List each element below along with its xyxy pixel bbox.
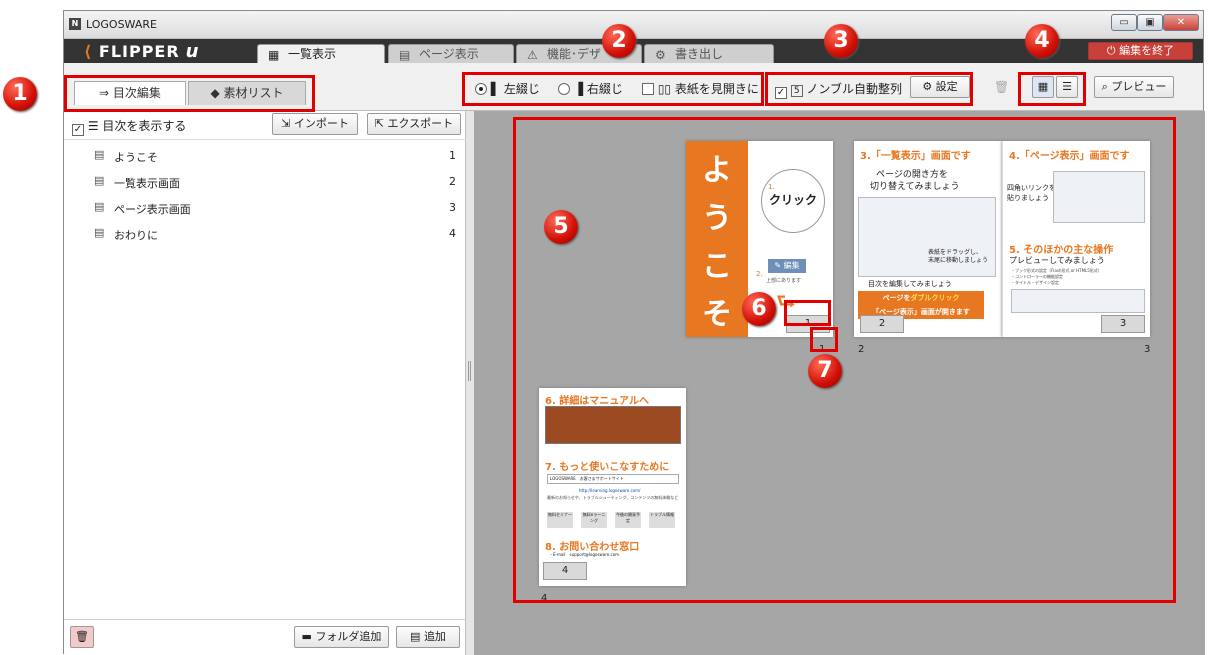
toc-item[interactable]: ▤ 一覧表示画面 2 [64,169,466,195]
toc-item-num: 1 [449,149,456,162]
highlight-box-7 [810,327,838,352]
add-folder-button[interactable]: ▬ フォルダ追加 [294,626,389,648]
add-button[interactable]: ▤ 追加 [396,626,460,648]
import-label: インポート [293,117,349,130]
add-label: 追加 [423,630,446,643]
tab-page-view[interactable]: ▤ ページ表示 [388,44,514,63]
tab-design-label: 機能･デザ [547,47,602,61]
app-logo-icon: N [69,18,81,30]
tab-export-label: 書き出し [675,47,724,61]
toc-panel: ✓ ☰ 目次を表示する ⇲ インポート ⇱ エクスポート ▤ ようこそ 1 ▤ 一覧表… [64,111,466,655]
callout-2: 2 [602,24,636,58]
preview-icon: ⌕ [1101,80,1112,93]
toc-item-num: 2 [449,175,456,188]
preview-button[interactable]: ⌕ プレビュー [1094,76,1174,98]
add-page-icon: ▤ [410,630,424,643]
export-icon: ⇱ [374,117,388,130]
preview-label: プレビュー [1111,80,1167,93]
toc-item-label: ページ表示画面 [114,203,191,216]
splitter-handle[interactable] [466,111,474,655]
callout-6: 6 [742,292,776,326]
divider [64,139,466,140]
list-icon: ☰ [87,119,99,133]
toc-item[interactable]: ▤ ページ表示画面 3 [64,195,466,221]
tab-page-view-label: ページ表示 [419,47,479,61]
end-edit-button[interactable]: ⏻ 編集を終了 [1088,42,1193,60]
tab-list-view[interactable]: ▦ 一覧表示 [257,44,385,63]
tab-list-view-label: 一覧表示 [288,47,337,61]
minimize-button[interactable]: ▭ [1111,14,1137,31]
show-toc-option[interactable]: ✓ ☰ 目次を表示する [72,117,186,136]
callout-3: 3 [824,24,858,58]
power-icon: ⏻ [1106,44,1120,57]
import-button[interactable]: ⇲ インポート [272,113,358,135]
highlight-box-4 [1018,72,1086,106]
export-button[interactable]: ⇱ エクスポート [367,113,461,135]
delete-button[interactable]: 🗑 [70,626,94,648]
divider [64,619,466,620]
highlight-box-2 [462,72,764,106]
brand-swoosh-icon: ⟨ [84,42,99,61]
callout-1: 1 [3,77,37,111]
toc-item-num: 3 [449,201,456,214]
show-toc-checkbox[interactable]: ✓ [72,124,84,136]
trash-icon[interactable]: 🗑 [994,80,1009,94]
brand-name: FLIPPER [98,42,180,61]
toc-item-label: おわりに [114,229,158,242]
callout-7: 7 [808,354,842,388]
folder-icon: ▬ [301,630,316,643]
brand-logo: ⟨ FLIPPER u [84,41,200,62]
trash-icon: 🗑 [75,630,89,643]
page-icon: ▤ [94,226,105,239]
tab-export[interactable]: ⚙ 書き出し [644,44,774,63]
highlight-box-5 [513,117,1176,603]
page-icon: ▤ [94,148,105,161]
highlight-box-6 [784,300,831,326]
export-label: エクスポート [387,117,454,130]
brand-suffix: u [185,41,200,62]
page-icon: ▤ [94,174,105,187]
callout-4: 4 [1025,24,1059,58]
toc-item-label: 一覧表示画面 [114,177,180,190]
add-folder-label: フォルダ追加 [315,630,382,643]
maximize-button[interactable]: ▣ [1137,14,1163,31]
highlight-box-1 [64,75,315,112]
toc-item-num: 4 [449,227,456,240]
toc-item[interactable]: ▤ おわりに 4 [64,221,466,247]
highlight-box-3 [765,72,973,106]
close-button[interactable]: ✕ [1163,14,1199,31]
callout-5: 5 [544,210,578,244]
toc-item[interactable]: ▤ ようこそ 1 [64,143,466,169]
page-icon: ▤ [94,200,105,213]
window-title: LOGOSWARE [86,18,157,31]
end-edit-label: 編集を終了 [1119,44,1175,57]
import-icon: ⇲ [281,117,294,130]
show-toc-label: 目次を表示する [102,119,187,133]
splitter-grip-icon [468,361,471,381]
toc-item-label: ようこそ [114,151,158,164]
